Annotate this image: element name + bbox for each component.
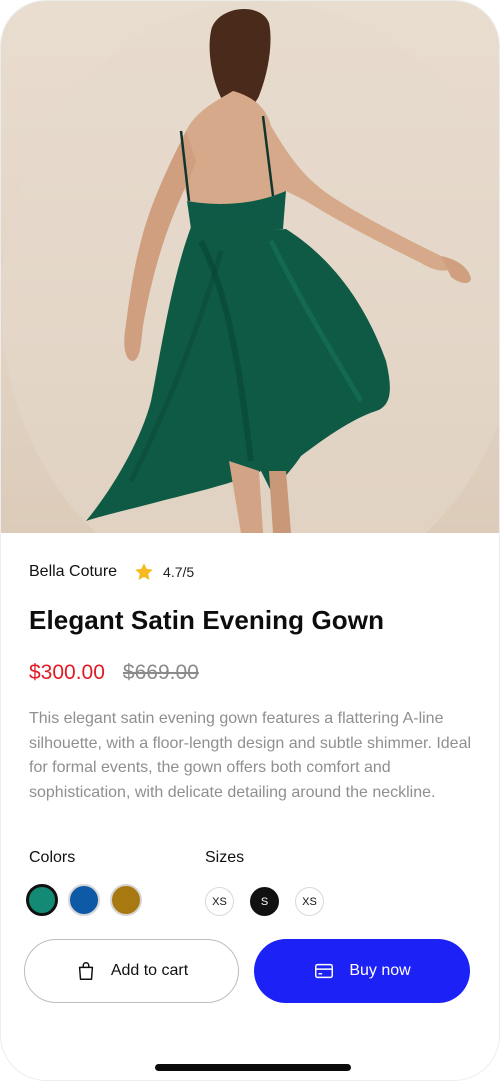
home-indicator[interactable] [155, 1064, 351, 1071]
credit-card-icon [315, 963, 334, 979]
sizes-label: Sizes [205, 849, 245, 866]
star-icon [135, 563, 153, 580]
buy-now-label: Buy now [349, 962, 411, 979]
colors-label: Colors [29, 849, 76, 866]
size-options: XS S XS [205, 887, 340, 916]
product-title: Elegant Satin Evening Gown [29, 605, 385, 635]
current-price: $300.00 [29, 661, 105, 684]
color-swatch-green[interactable] [26, 884, 58, 916]
shopping-bag-icon [78, 962, 93, 980]
brand-rating-row: Bella Coture 4.7/5 [29, 561, 194, 583]
add-to-cart-button[interactable]: Add to cart [24, 939, 239, 1003]
product-description: This elegant satin evening gown features… [29, 710, 472, 801]
price-row: $300.00 $669.00 [29, 661, 199, 685]
product-image [1, 1, 499, 533]
size-option[interactable]: XS [205, 887, 234, 916]
color-swatches [26, 884, 152, 916]
size-option[interactable]: XS [295, 887, 324, 916]
add-to-cart-label: Add to cart [110, 962, 189, 979]
size-option-selected[interactable]: S [250, 887, 279, 916]
color-swatch-blue[interactable] [68, 884, 100, 916]
brand-name[interactable]: Bella Coture [29, 563, 117, 581]
product-detail-screen: Bella Coture 4.7/5 Elegant Satin Evening… [0, 0, 500, 1081]
rating-value: 4.7/5 [163, 564, 195, 580]
color-swatch-mustard[interactable] [110, 884, 142, 916]
original-price: $669.00 [122, 661, 199, 684]
buy-now-button[interactable]: Buy now [254, 939, 470, 1003]
rating: 4.7/5 [133, 561, 194, 583]
